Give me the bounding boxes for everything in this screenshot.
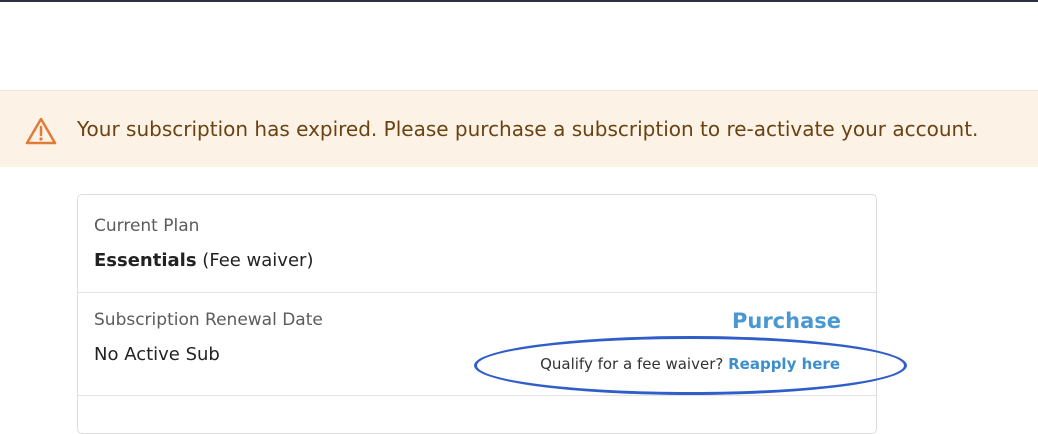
alert-message: Your subscription has expired. Please pu… — [77, 117, 979, 141]
fee-waiver-question: Qualify for a fee waiver? — [540, 355, 724, 373]
current-plan-row: Current Plan Essentials (Fee waiver) — [78, 195, 876, 293]
current-plan-label: Current Plan — [94, 216, 200, 236]
reapply-link[interactable]: Reapply here — [728, 355, 840, 373]
subscription-expired-alert: Your subscription has expired. Please pu… — [0, 90, 1038, 167]
plan-type: (Fee waiver) — [202, 250, 314, 271]
subscription-card: Current Plan Essentials (Fee waiver) Sub… — [77, 194, 877, 434]
renewal-date-label: Subscription Renewal Date — [94, 310, 323, 330]
warning-triangle-icon — [24, 116, 58, 146]
top-border — [0, 0, 1038, 2]
purchase-link[interactable]: Purchase — [732, 309, 841, 333]
renewal-date-value: No Active Sub — [94, 344, 220, 365]
plan-name: Essentials — [94, 250, 197, 271]
fee-waiver-prompt: Qualify for a fee waiver? Reapply here — [540, 355, 840, 373]
current-plan-value: Essentials (Fee waiver) — [94, 250, 313, 271]
renewal-date-row: Subscription Renewal Date No Active Sub … — [78, 292, 876, 396]
